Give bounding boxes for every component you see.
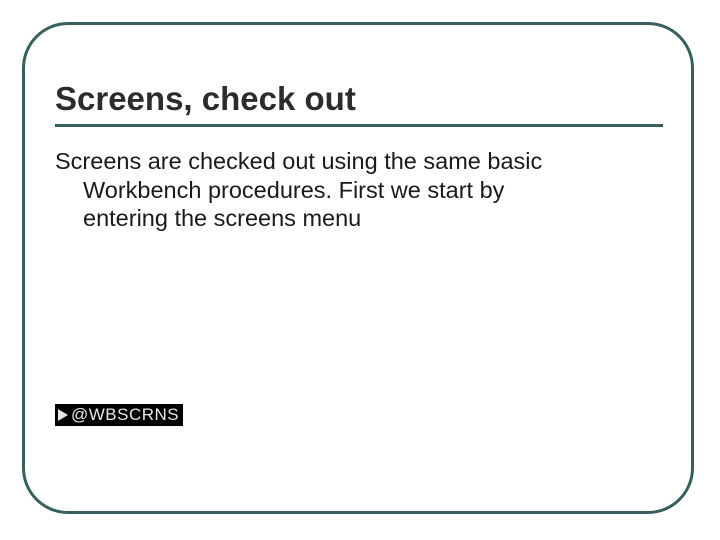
body-line: Screens are checked out using the same b… xyxy=(55,147,645,176)
body-line: entering the screens menu xyxy=(55,204,645,233)
body-line: Workbench procedures. First we start by xyxy=(55,176,645,205)
title-underline xyxy=(55,124,663,127)
menu-item-wbscrns[interactable]: @WBSCRNS xyxy=(55,404,183,426)
menu-item-label: @WBSCRNS xyxy=(71,404,179,426)
play-triangle-icon xyxy=(57,408,69,422)
slide-body: Screens are checked out using the same b… xyxy=(55,147,645,233)
slide-content: Screens, check out Screens are checked o… xyxy=(55,80,665,233)
slide-title: Screens, check out xyxy=(55,80,665,118)
